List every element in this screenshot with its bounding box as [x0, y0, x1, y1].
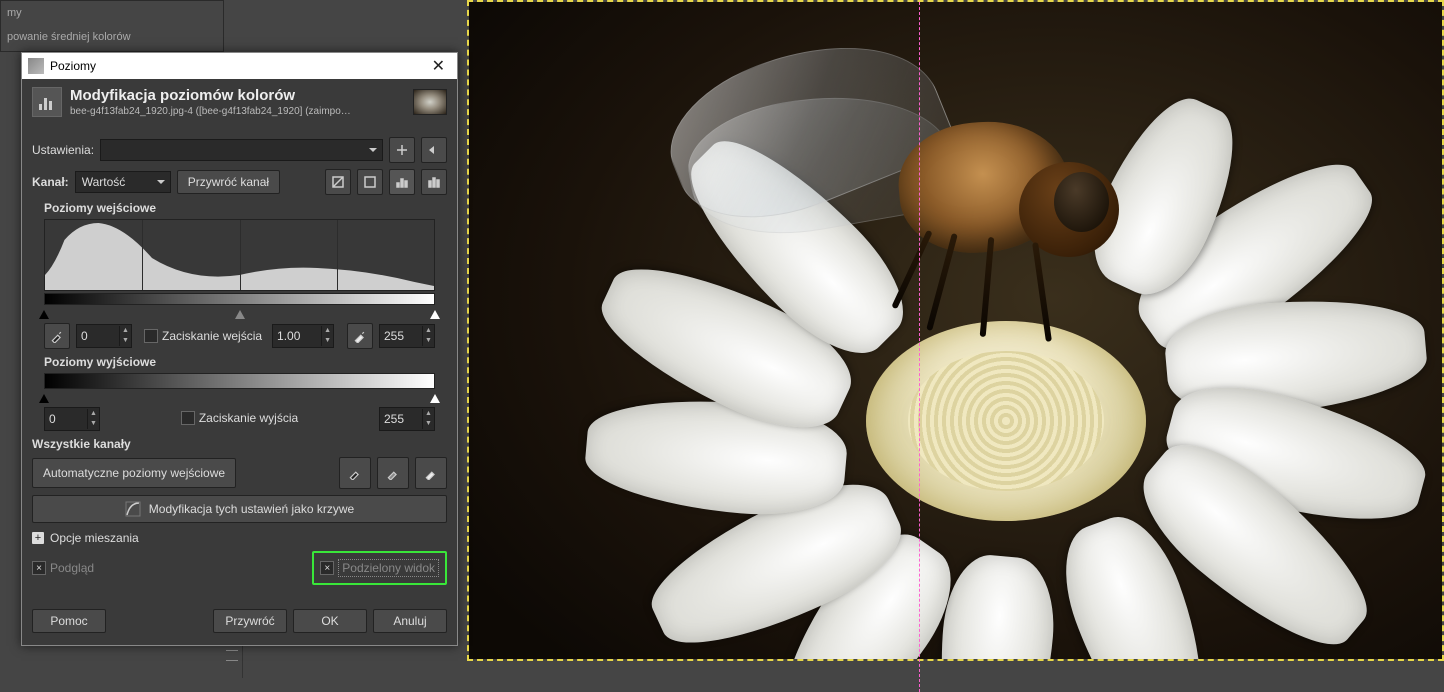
clamp-output-checkbox[interactable]: Zaciskanie wyjścia — [181, 411, 298, 425]
pick-black-all-button[interactable] — [339, 457, 371, 489]
input-high-handle[interactable] — [430, 305, 440, 319]
dialog-title: Poziomy — [50, 59, 96, 73]
background-panel-fragment: my powanie średniej kolorów — [0, 0, 224, 52]
blend-options-expander[interactable]: + Opcje mieszania — [32, 531, 139, 545]
all-channels-label: Wszystkie kanały — [32, 437, 447, 451]
header-subtitle: bee-g4f13fab24_1920.jpg-4 ([bee-g4f13fab… — [70, 106, 413, 117]
split-view-checkbox[interactable]: × Podzielony widok — [316, 557, 443, 579]
app-icon — [28, 58, 44, 74]
input-slider[interactable] — [44, 305, 435, 317]
bg-text-2: powanie średniej kolorów — [7, 31, 131, 43]
preset-menu-button[interactable] — [421, 137, 447, 163]
pick-black-point-button[interactable] — [44, 323, 70, 349]
dialog-footer: Pomoc Przywróć OK Anuluj — [22, 601, 457, 645]
pick-gray-all-button[interactable] — [377, 457, 409, 489]
input-gradient — [44, 293, 435, 305]
dialog-titlebar[interactable]: Poziomy ✕ — [22, 53, 457, 79]
reset-channel-button[interactable]: Przywróć kanał — [177, 170, 280, 194]
output-high-field[interactable] — [380, 412, 422, 426]
output-low-handle[interactable] — [39, 389, 49, 403]
output-low-field[interactable] — [45, 412, 87, 426]
pick-white-all-button[interactable] — [415, 457, 447, 489]
input-low-spin[interactable]: ▲▼ — [76, 324, 132, 348]
help-button[interactable]: Pomoc — [32, 609, 106, 633]
output-gradient — [44, 373, 435, 389]
levels-dialog: Poziomy ✕ Modyfikacja poziomów kolorów b… — [21, 52, 458, 646]
cancel-button[interactable]: Anuluj — [373, 609, 447, 633]
plus-icon: + — [32, 532, 44, 544]
header-title: Modyfikacja poziomów kolorów — [70, 87, 413, 104]
output-low-spin[interactable]: ▲▼ — [44, 407, 100, 431]
input-high-spin[interactable]: ▲▼ — [379, 324, 435, 348]
output-high-handle[interactable] — [430, 389, 440, 403]
reset-button[interactable]: Przywróć — [213, 609, 287, 633]
auto-levels-button[interactable]: Automatyczne poziomy wejściowe — [32, 458, 236, 488]
close-icon[interactable]: ✕ — [426, 56, 451, 76]
channel-label: Kanał: — [32, 175, 69, 189]
ok-button[interactable]: OK — [293, 609, 367, 633]
canvas-content — [469, 2, 1442, 659]
down-icon[interactable]: ▼ — [119, 336, 131, 346]
channel-option-2-button[interactable] — [357, 169, 383, 195]
curves-icon — [125, 501, 141, 517]
dialog-header: Modyfikacja poziomów kolorów bee-g4f13fa… — [22, 79, 457, 125]
input-gamma-spin[interactable]: ▲▼ — [272, 324, 334, 348]
clamp-input-checkbox[interactable]: Zaciskanie wejścia — [144, 329, 262, 343]
output-levels-label: Poziomy wyjściowe — [44, 355, 447, 369]
up-icon[interactable]: ▲ — [119, 326, 131, 336]
edit-as-curves-button[interactable]: Modyfikacja tych ustawień jako krzywe — [32, 495, 447, 523]
output-high-spin[interactable]: ▲▼ — [379, 407, 435, 431]
input-gamma-handle[interactable] — [235, 305, 245, 319]
pick-white-point-button[interactable] — [347, 323, 373, 349]
settings-label: Ustawienia: — [32, 143, 94, 157]
input-low-field[interactable] — [77, 329, 119, 343]
add-preset-button[interactable] — [389, 137, 415, 163]
settings-select[interactable] — [100, 139, 383, 161]
split-view-divider[interactable] — [919, 0, 920, 692]
checkbox-checked-icon: × — [320, 561, 334, 575]
input-gamma-field[interactable] — [273, 329, 321, 343]
image-canvas[interactable] — [467, 0, 1444, 661]
preview-checkbox[interactable]: × Podgląd — [32, 561, 94, 575]
layer-thumbnail — [413, 89, 447, 115]
bg-text-1: my — [7, 7, 22, 19]
channel-select[interactable]: Wartość — [75, 171, 171, 193]
levels-icon — [32, 87, 62, 117]
input-low-handle[interactable] — [39, 305, 49, 319]
histogram-linear-button[interactable] — [389, 169, 415, 195]
histogram-log-button[interactable] — [421, 169, 447, 195]
channel-option-1-button[interactable] — [325, 169, 351, 195]
checkbox-checked-icon: × — [32, 561, 46, 575]
input-levels-label: Poziomy wejściowe — [44, 201, 447, 215]
input-histogram[interactable] — [44, 219, 435, 291]
split-view-highlight: × Podzielony widok — [312, 551, 447, 585]
input-high-field[interactable] — [380, 329, 422, 343]
output-slider[interactable] — [44, 389, 435, 401]
